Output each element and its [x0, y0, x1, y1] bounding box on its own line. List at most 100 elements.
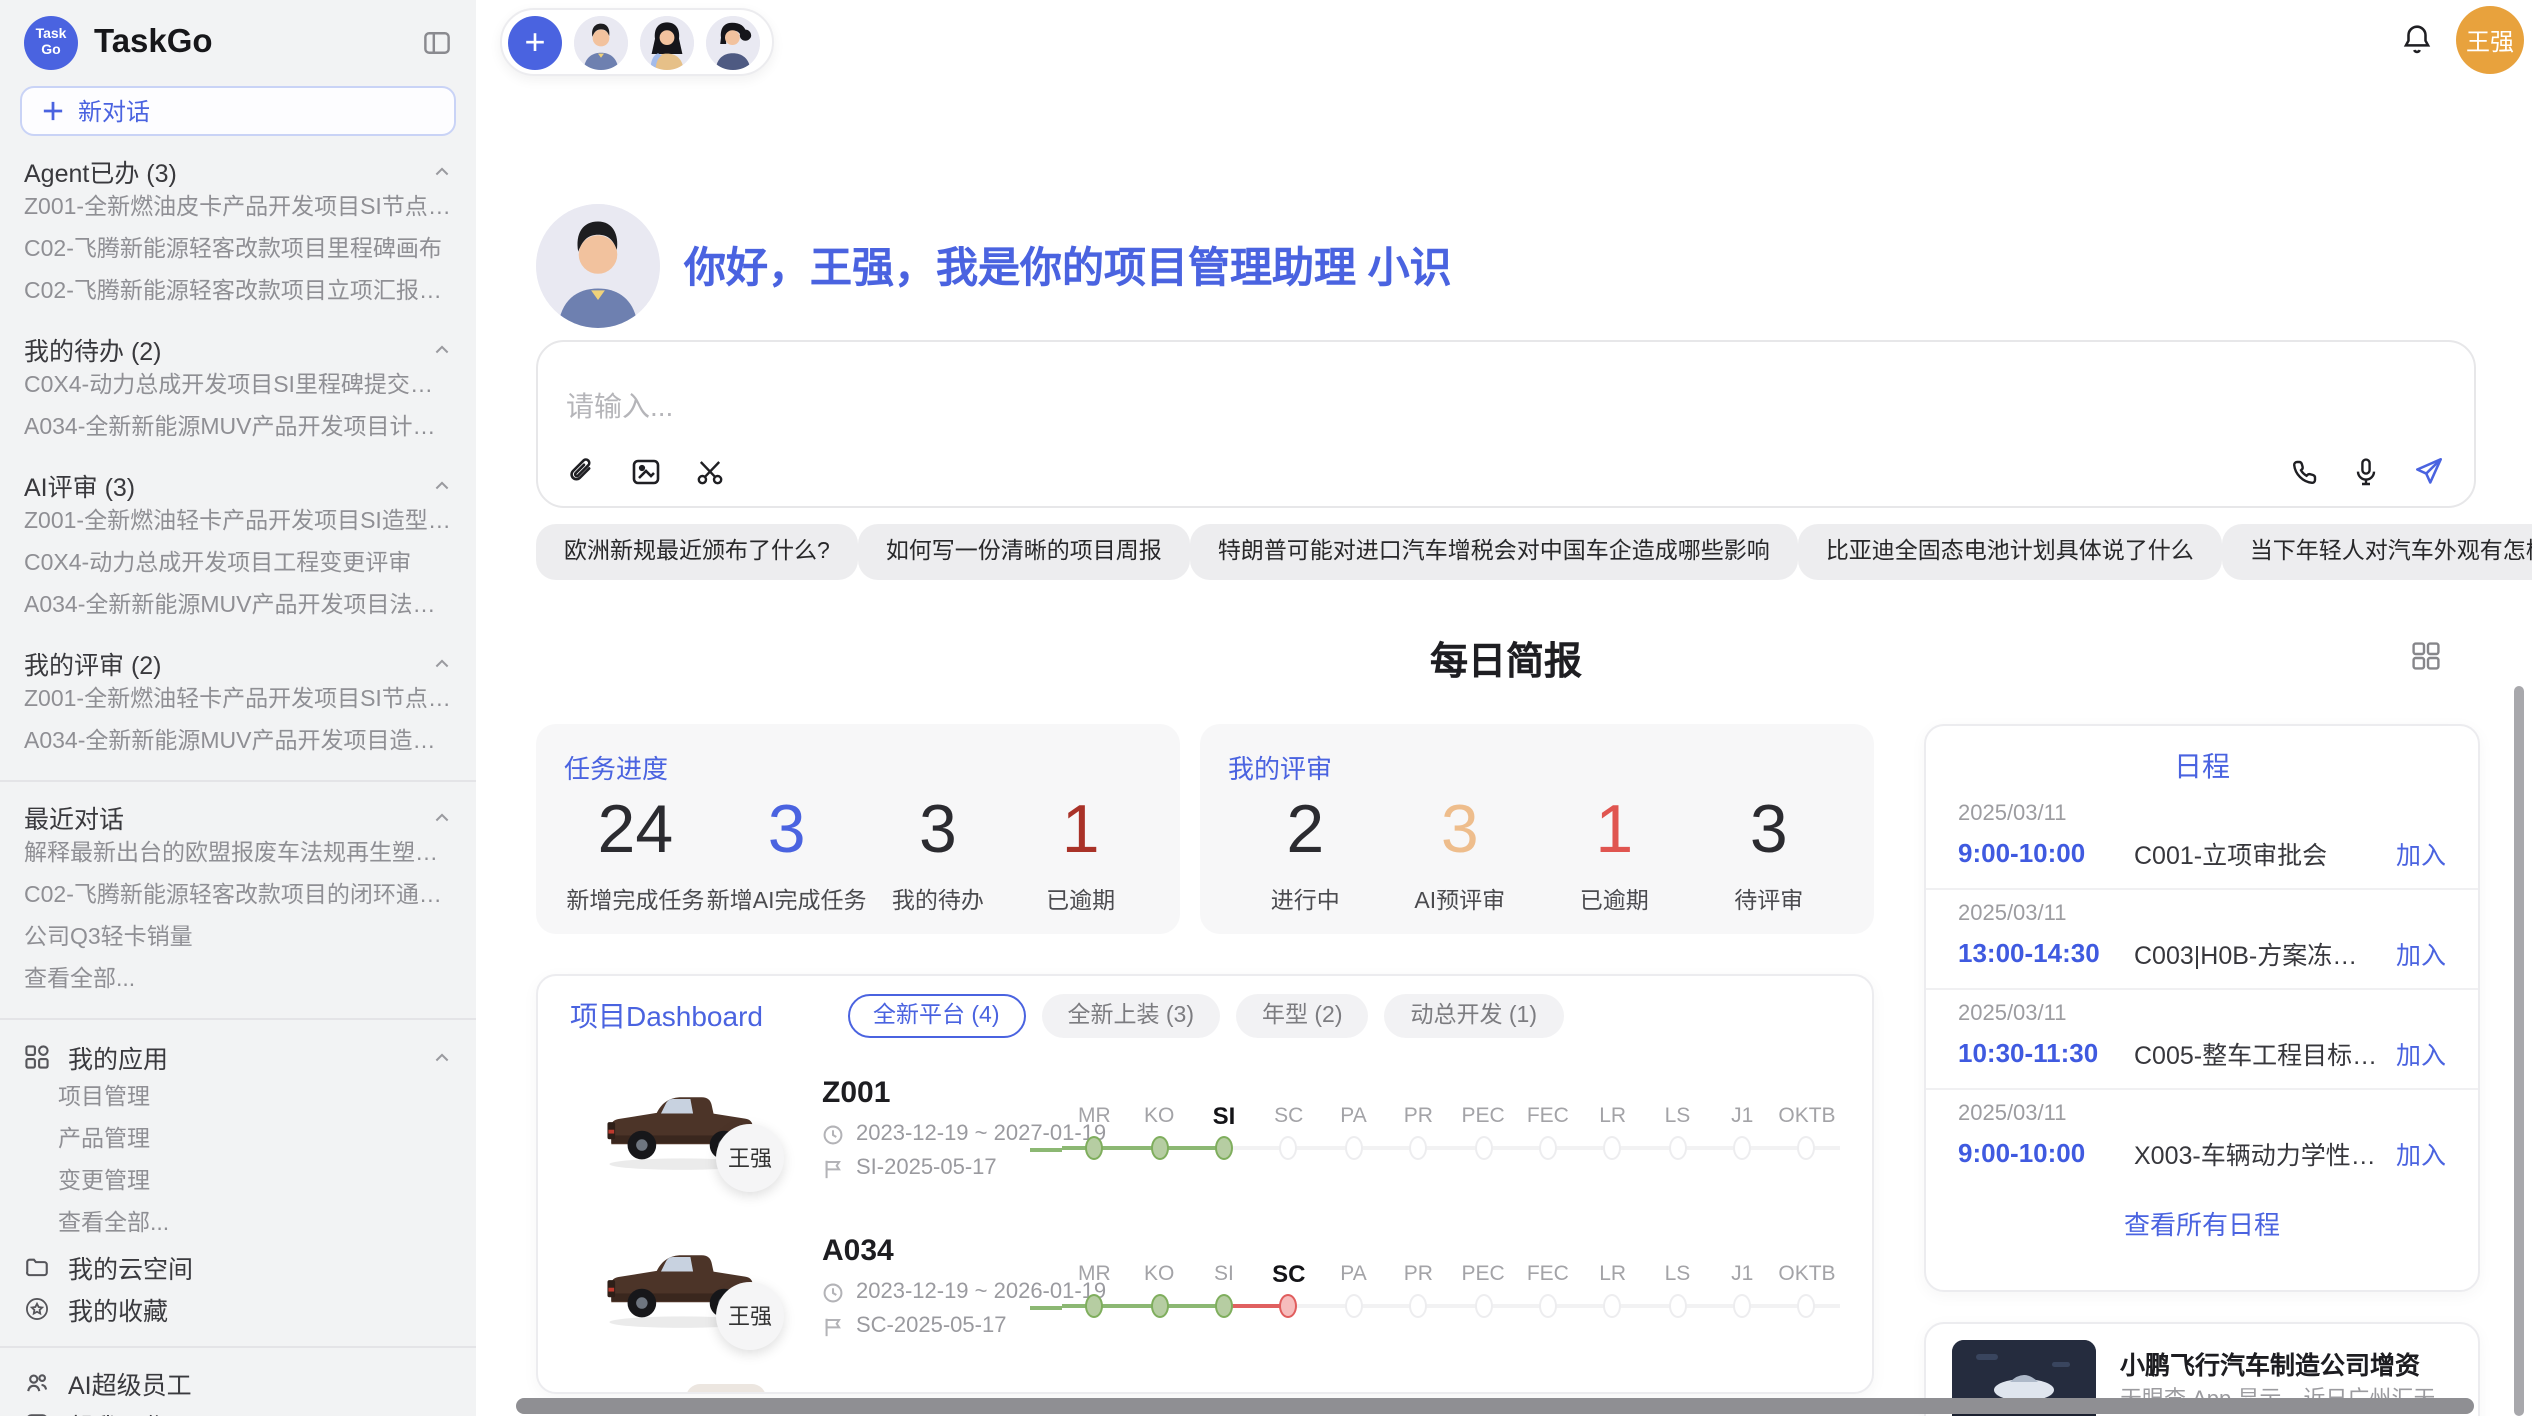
sidebar-section-header[interactable]: 我的待办 (2) [24, 332, 452, 366]
taskgo-logo: Task Go [24, 16, 78, 70]
sidebar-task-item[interactable]: C0X4-动力总成开发项目工程变更评审 [24, 544, 452, 586]
join-meeting-link[interactable]: 加入 [2396, 834, 2446, 872]
stat-value: 3 [1692, 790, 1847, 870]
app-link-item[interactable]: 变更管理 [0, 1162, 476, 1204]
vertical-scrollbar[interactable] [2514, 686, 2524, 1416]
chevron-up-icon [432, 653, 452, 673]
sidebar-task-item[interactable]: Z001-全新燃油轻卡产品开发项目SI节点属性5D文件评审 [24, 680, 452, 722]
milestone-node [1321, 1130, 1386, 1166]
join-meeting-link[interactable]: 加入 [2396, 1134, 2446, 1172]
ai-super-staff-label: AI超级员工 [68, 1364, 192, 1402]
message-input[interactable] [566, 386, 1966, 438]
schedule-list: 2025/03/119:00-10:00C001-立项审批会加入 2025/03/… [1926, 790, 2478, 1188]
dashboard-tab[interactable]: 全新平台 (4) [847, 994, 1026, 1038]
task-progress-stats: 24新增完成任务3新增AI完成任务3我的待办1已逾期 [564, 790, 1152, 916]
sidebar-task-item[interactable]: Z001-全新燃油皮卡产品开发项目SI节点Lesson Learn报告 [24, 188, 452, 230]
star-badge-icon [24, 1296, 50, 1322]
milestone-label: PA [1321, 1104, 1386, 1130]
milestone-node [1775, 1130, 1840, 1166]
stat-value: 1 [1009, 790, 1152, 870]
horizontal-scrollbar[interactable] [516, 1398, 2474, 1414]
milestone-label: PR [1386, 1104, 1451, 1130]
schedule-event: 2025/03/119:00-10:00C001-立项审批会加入 [1926, 790, 2478, 890]
schedule-view-all[interactable]: 查看所有日程 [1926, 1188, 2478, 1258]
sidebar-task-item[interactable]: C02-飞腾新能源轻客改款项目立项汇报方案 [24, 272, 452, 314]
sidebar-section-header[interactable]: Agent已办 (3) [24, 154, 452, 188]
sidebar-task-item[interactable]: A034-全新新能源MUV产品开发项目造型可行性评审 [24, 722, 452, 764]
join-meeting-link[interactable]: 加入 [2396, 1034, 2446, 1072]
sidebar-task-item[interactable]: C0X4-动力总成开发项目SI里程碑提交物检查 [24, 366, 452, 408]
sidebar-task-item[interactable]: A034-全新新能源MUV产品开发项目计划变更表编写 [24, 408, 452, 450]
suggestion-chip[interactable]: 欧洲新规最近颁布了什么? [536, 524, 858, 580]
layout-grid-icon[interactable] [2410, 640, 2442, 672]
milestone-dot [1798, 1294, 1816, 1318]
event-time: 13:00-14:30 [1958, 938, 2134, 968]
image-upload-icon[interactable] [630, 456, 662, 488]
join-meeting-link[interactable]: 加入 [2396, 934, 2446, 972]
event-time: 9:00-10:00 [1958, 838, 2134, 868]
milestone-dot [1215, 1136, 1233, 1160]
dashboard-tab[interactable]: 动总开发 (1) [1385, 994, 1564, 1038]
suggestion-chip[interactable]: 当下年轻人对汽车外观有怎样的喜好趋势 [2222, 524, 2532, 580]
stat-value: 24 [564, 790, 707, 870]
chevron-up-icon [432, 161, 452, 181]
recent-chat-item[interactable]: 公司Q3轻卡销量 [24, 918, 452, 960]
app-link-item[interactable]: 产品管理 [0, 1120, 476, 1162]
user-avatar[interactable]: 王强 [2456, 6, 2524, 74]
section-label: AI评审 (3) [24, 466, 135, 504]
my-apps-header[interactable]: 我的应用 [0, 1036, 476, 1078]
project-name: Z001 [822, 1076, 890, 1110]
milestone-label: J1 [1710, 1104, 1775, 1130]
my-apps-label: 我的应用 [68, 1038, 414, 1076]
milestone-dot [1150, 1136, 1168, 1160]
sidebar-item-favorites[interactable]: 我的收藏 [0, 1288, 476, 1330]
send-icon[interactable] [2412, 454, 2446, 488]
milestone-label: OKTB [1775, 1262, 1840, 1288]
attachment-icon[interactable] [566, 456, 598, 488]
suggestion-chip[interactable]: 如何写一份清晰的项目周报 [858, 524, 1190, 580]
sidebar-item-help-me-write[interactable]: 帮我写作 [0, 1404, 476, 1416]
sidebar-task-item[interactable]: Z001-全新燃油轻卡产品开发项目SI造型提交物评审 [24, 502, 452, 544]
notifications-bell-icon[interactable] [2400, 22, 2434, 56]
milestone-node [1645, 1130, 1710, 1166]
cloud-space-label: 我的云空间 [68, 1248, 193, 1286]
milestone-label: PEC [1451, 1104, 1516, 1130]
sidebar-item-cloud-space[interactable]: 我的云空间 [0, 1246, 476, 1288]
suggestion-chip[interactable]: 比亚迪全固态电池计划具体说了什么 [1798, 524, 2222, 580]
event-date: 2025/03/11 [1958, 1002, 2446, 1026]
sidebar-task-item[interactable]: A034-全新新能源MUV产品开发项目法规符合性评审 [24, 586, 452, 628]
sidebar-section-header[interactable]: 我的评审 (2) [24, 646, 452, 680]
dashboard-tab[interactable]: 全新上装 (3) [1042, 994, 1221, 1038]
recent-chats-header[interactable]: 最近对话 [24, 800, 452, 834]
milestone: PEC [1451, 1104, 1516, 1166]
new-chat-button[interactable]: 新对话 [20, 86, 456, 136]
milestone-dot [1474, 1294, 1492, 1318]
logo-text-bottom: Go [41, 43, 60, 58]
agent-avatar-1[interactable] [574, 15, 628, 69]
scissors-icon[interactable] [694, 456, 726, 488]
recent-chat-item[interactable]: C02-飞腾新能源轻客改款项目的闭环通告反馈情况 [24, 876, 452, 918]
recent-chats-section: 最近对话 解释最新出台的欧盟报废车法规再生塑料比例被调至15%...C02-飞腾… [0, 800, 476, 1002]
apps-view-all[interactable]: 查看全部... [0, 1204, 476, 1246]
sidebar-item-ai-super-staff[interactable]: AI超级员工 [0, 1362, 476, 1404]
app-link-item[interactable]: 项目管理 [0, 1078, 476, 1120]
section-label: 我的评审 (2) [24, 644, 162, 682]
sidebar-section-header[interactable]: AI评审 (3) [24, 468, 452, 502]
suggestion-chip[interactable]: 特朗普可能对进口汽车增税会对中国车企造成哪些影响 [1190, 524, 1798, 580]
agent-avatar-2[interactable] [640, 15, 694, 69]
sidebar-section-2: AI评审 (3)Z001-全新燃油轻卡产品开发项目SI造型提交物评审C0X4-动… [0, 468, 476, 628]
dashboard-tab[interactable]: 年型 (2) [1236, 994, 1369, 1038]
microphone-icon[interactable] [2350, 455, 2382, 487]
voice-call-icon[interactable] [2288, 455, 2320, 487]
recent-view-all[interactable]: 查看全部... [24, 960, 452, 1002]
milestone: SI [1192, 1104, 1257, 1166]
agent-avatar-3[interactable] [706, 15, 760, 69]
sidebar-task-item[interactable]: C02-飞腾新能源轻客改款项目里程碑画布 [24, 230, 452, 272]
app-window: Task Go TaskGo 新对话 Agent已办 (3)Z001-全新燃油皮… [0, 0, 2532, 1416]
app-title: TaskGo [94, 24, 422, 62]
milestone-label: PEC [1451, 1262, 1516, 1288]
recent-chat-item[interactable]: 解释最新出台的欧盟报废车法规再生塑料比例被调至15%... [24, 834, 452, 876]
collapse-sidebar-icon[interactable] [422, 28, 452, 58]
add-agent-button[interactable]: + [508, 15, 562, 69]
milestone-track: MRKOSISCPAPRPECFECLRLSJ1OKTB [1062, 1262, 1839, 1324]
